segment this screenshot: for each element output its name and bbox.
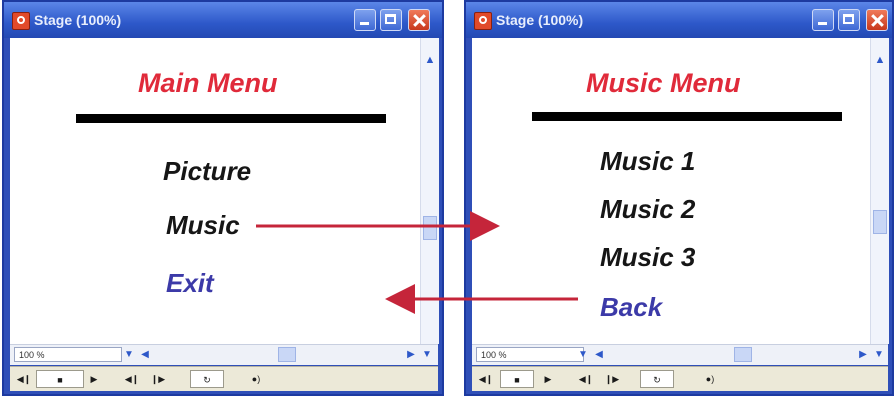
navigation-arrows xyxy=(256,211,578,314)
